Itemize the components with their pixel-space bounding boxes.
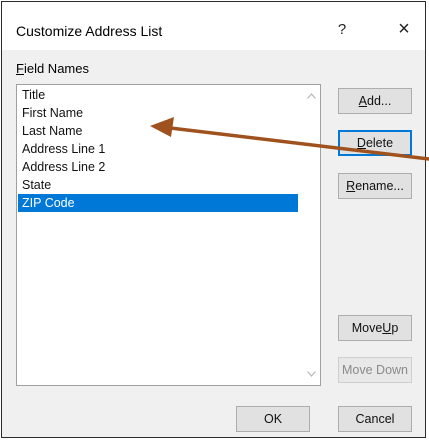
field-names-listbox[interactable]: Title First Name Last Name Address Line 1 Ad… — [16, 84, 321, 386]
list-item[interactable]: State — [18, 176, 298, 194]
cancel-button[interactable]: Cancel — [338, 406, 412, 432]
dialog-title: Customize Address List — [16, 23, 163, 39]
chevron-up-icon[interactable] — [302, 87, 320, 105]
list-item[interactable]: Title — [18, 86, 298, 104]
help-button[interactable]: ? — [328, 16, 356, 42]
close-button[interactable]: × — [390, 16, 418, 42]
vertical-scrollbar[interactable] — [302, 85, 320, 385]
field-names-list: Title First Name Last Name Address Line 1 Ad… — [18, 86, 298, 212]
move-up-button[interactable]: Move Up — [338, 315, 412, 341]
field-names-label: Field Names — [16, 61, 89, 76]
list-item[interactable]: Address Line 1 — [18, 140, 298, 158]
move-down-button[interactable]: Move Down — [338, 357, 412, 383]
list-item[interactable]: First Name — [18, 104, 298, 122]
list-item[interactable]: Address Line 2 — [18, 158, 298, 176]
add-button[interactable]: Add... — [338, 88, 412, 114]
list-item[interactable]: Last Name — [18, 122, 298, 140]
rename-button[interactable]: Rename... — [338, 173, 412, 199]
ok-button[interactable]: OK — [236, 406, 310, 432]
customize-address-list-dialog: Customize Address List ? × Field Names T… — [1, 1, 426, 438]
list-item[interactable]: ZIP Code — [18, 194, 298, 212]
title-bar: Customize Address List ? × — [2, 2, 425, 50]
chevron-down-icon[interactable] — [302, 365, 320, 383]
delete-button[interactable]: Delete — [338, 130, 412, 156]
